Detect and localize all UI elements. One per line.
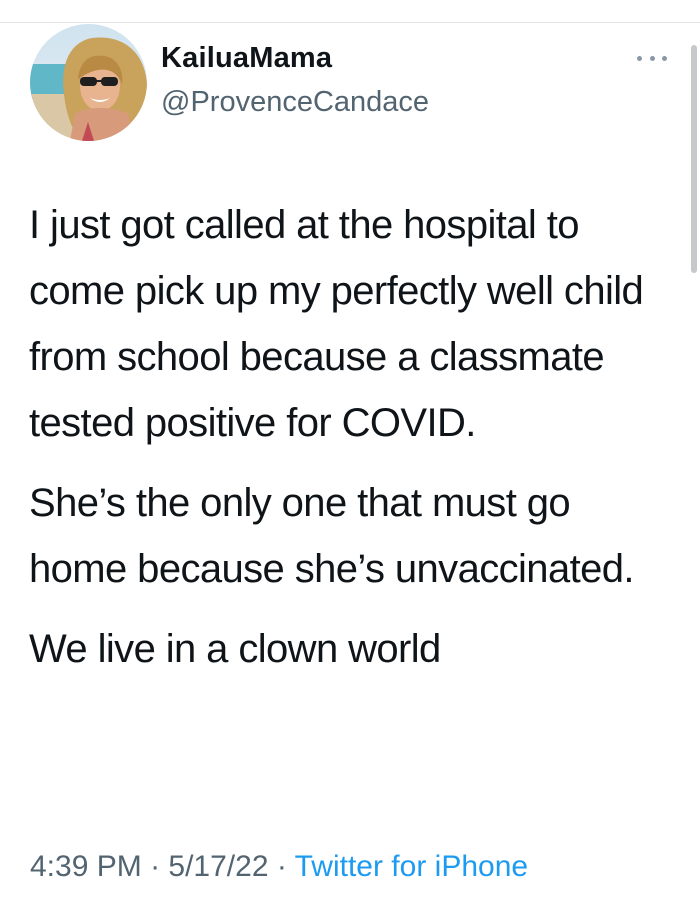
avatar[interactable] xyxy=(30,24,147,141)
tweet-date: 5/17/22 xyxy=(168,850,269,883)
tweet-paragraph: I just got called at the hospital to com… xyxy=(29,203,644,445)
more-options-icon[interactable] xyxy=(637,48,667,68)
profile-photo-icon xyxy=(30,24,147,141)
tweet-paragraph: She’s the only one that must go home bec… xyxy=(29,481,635,591)
tweet-text: I just got called at the hospital to com… xyxy=(29,192,664,696)
meta-separator: · xyxy=(141,850,169,883)
tweet-time: 4:39 PM xyxy=(30,850,142,883)
tweet-meta: 4:39 PM · 5/17/22 · Twitter for iPhone xyxy=(30,850,528,884)
top-divider xyxy=(0,22,700,23)
tweet-paragraph: We live in a clown world xyxy=(29,627,441,671)
scrollbar[interactable] xyxy=(691,45,697,273)
tweet-source-link[interactable]: Twitter for iPhone xyxy=(295,850,528,883)
user-handle[interactable]: @ProvenceCandace xyxy=(161,86,429,119)
meta-separator: · xyxy=(268,850,295,883)
display-name[interactable]: KailuaMama xyxy=(161,42,332,75)
